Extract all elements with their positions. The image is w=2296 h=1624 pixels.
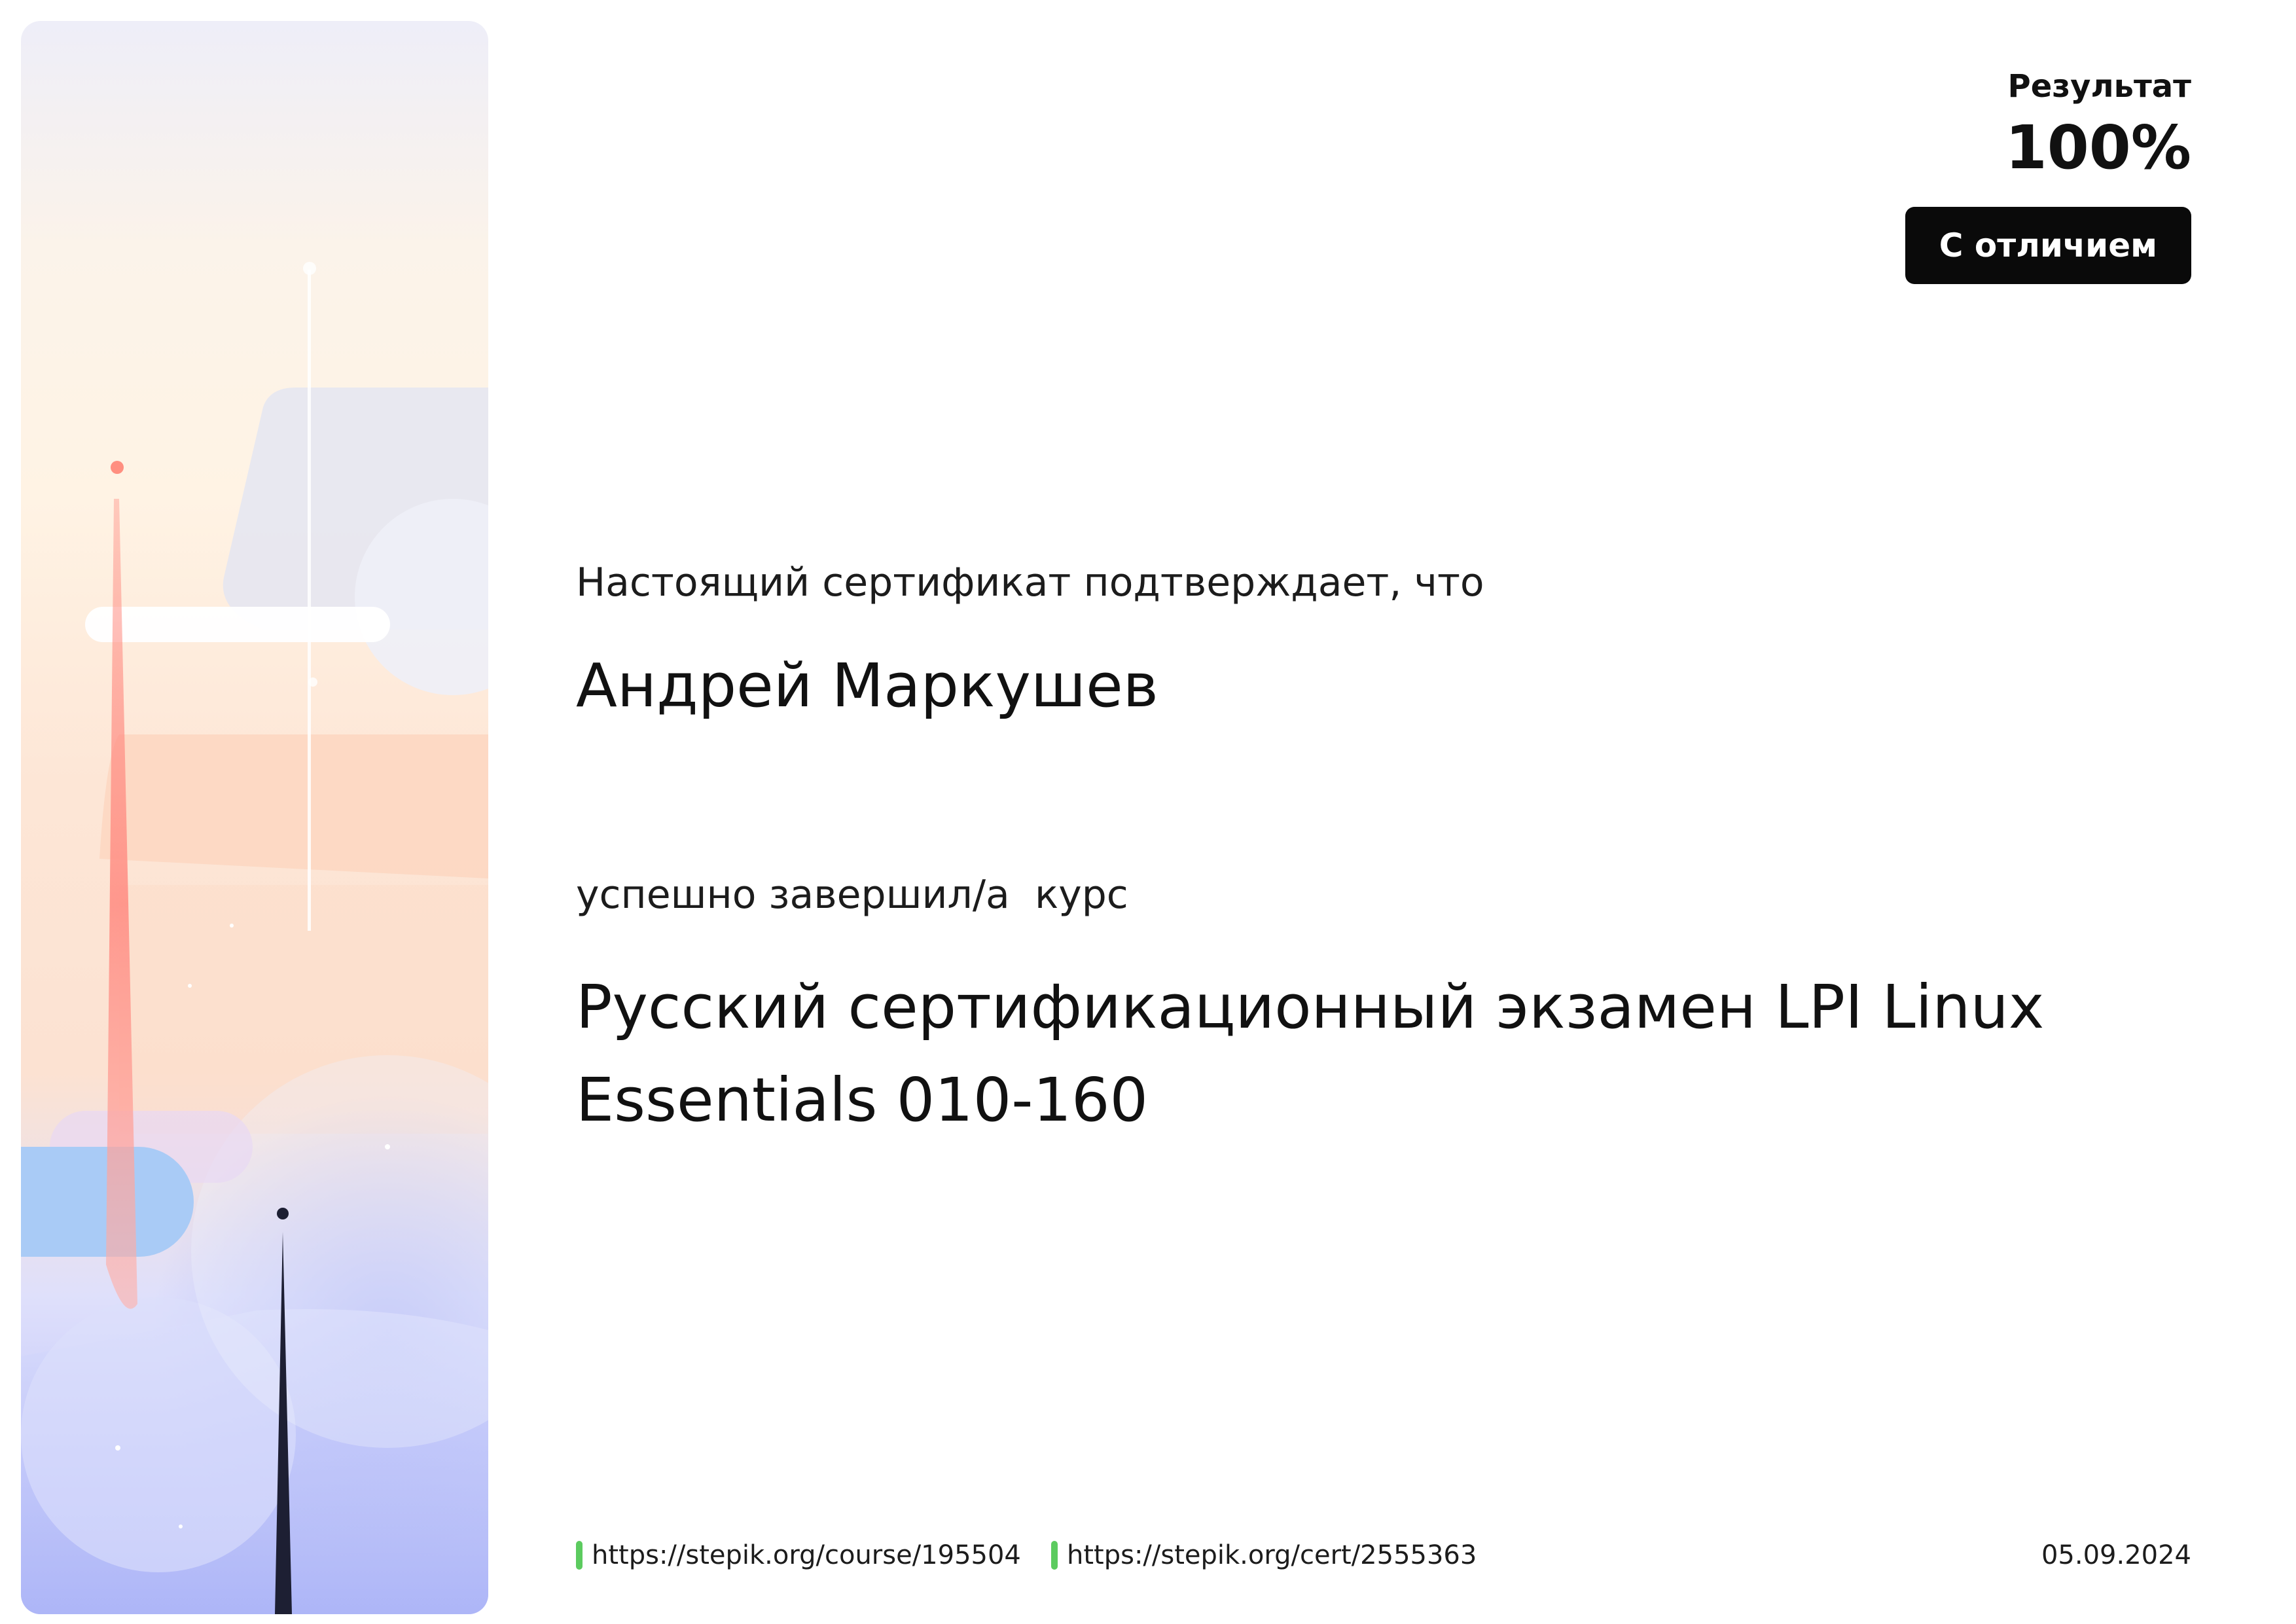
certificate-url[interactable]: https://stepik.org/cert/2555363 bbox=[1067, 1538, 1477, 1572]
result-block: Результат 100% С отличием bbox=[1905, 65, 2191, 284]
completed-text: успешно завершил/а курс bbox=[576, 872, 1128, 918]
recipient-name: Андрей Маркушев bbox=[576, 651, 1158, 721]
link-marker-icon bbox=[1051, 1541, 1058, 1570]
course-link[interactable]: https://stepik.org/course/195504 bbox=[576, 1538, 1021, 1572]
distinction-badge: С отличием bbox=[1905, 207, 2191, 284]
result-value: 100% bbox=[2005, 113, 2191, 183]
certificate-link[interactable]: https://stepik.org/cert/2555363 bbox=[1051, 1538, 1477, 1572]
link-marker-icon bbox=[576, 1541, 583, 1570]
course-title: Русский сертификационный экзамен LPI Lin… bbox=[576, 972, 2045, 1135]
course-url[interactable]: https://stepik.org/course/195504 bbox=[592, 1538, 1021, 1572]
issue-date: 05.09.2024 bbox=[2041, 1540, 2191, 1570]
result-label: Результат bbox=[2007, 68, 2191, 105]
decorative-art-panel bbox=[21, 21, 488, 1614]
decorative-illustration bbox=[21, 262, 488, 1614]
certificate-intro: Настоящий сертификат подтверждает, что bbox=[576, 560, 1484, 605]
